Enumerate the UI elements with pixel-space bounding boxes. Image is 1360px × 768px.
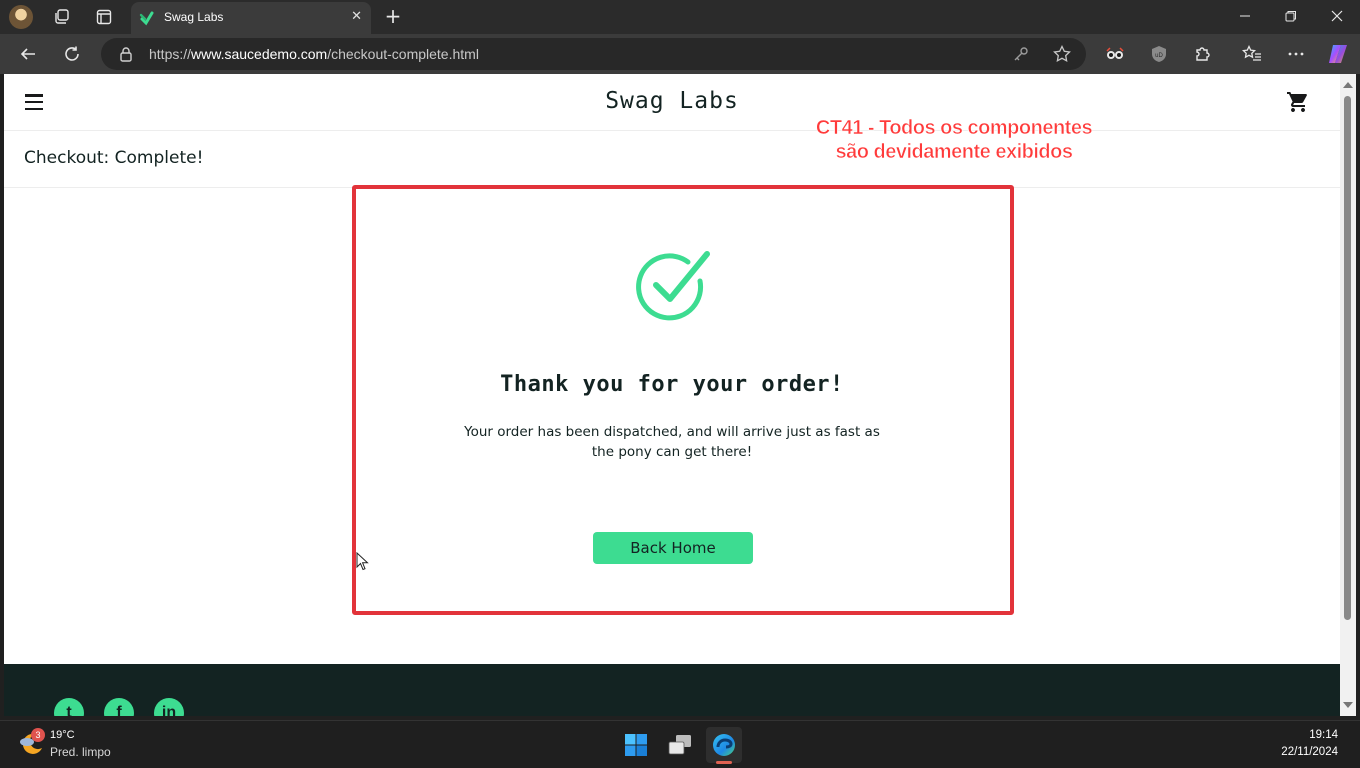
scroll-thumb[interactable] (1344, 96, 1351, 620)
app-logo: Swag Labs (605, 88, 739, 114)
annotation-line-2: são devidamente exibidos (835, 141, 1073, 164)
page-footer: t f in (4, 664, 1340, 716)
start-windows-icon[interactable] (618, 727, 654, 763)
close-window-icon[interactable] (1327, 6, 1347, 26)
complete-text: Your order has been dispatched, and will… (464, 424, 880, 460)
password-key-icon[interactable] (1011, 44, 1031, 64)
tab-title: Swag Labs (164, 10, 224, 24)
tab-close-icon[interactable]: ✕ (351, 9, 362, 24)
page-title: Checkout: Complete! (24, 148, 204, 168)
extensions-puzzle-icon[interactable] (1191, 42, 1215, 66)
complete-header: Thank you for your order! (500, 372, 844, 397)
tab-swag-labs[interactable]: Swag Labs ✕ (131, 2, 371, 34)
scroll-up-arrow-icon[interactable] (1343, 82, 1353, 88)
swag-labs-favicon-icon (139, 11, 154, 26)
extension-glasses-icon[interactable] (1103, 42, 1127, 66)
test-case-annotation: CT41 - Todos os componentes são devidame… (774, 116, 1134, 164)
url-host: www.saucedemo.com (191, 46, 328, 62)
web-page: Swag Labs Checkout: Complete! CT41 - Tod… (4, 74, 1340, 716)
url-path: /checkout-complete.html (327, 46, 479, 62)
browser-toolbar: https://www.saucedemo.com/checkout-compl… (0, 34, 1360, 74)
restore-window-icon[interactable] (1281, 6, 1301, 26)
url-text[interactable]: https://www.saucedemo.com/checkout-compl… (149, 46, 479, 62)
favorite-star-icon[interactable] (1052, 44, 1072, 64)
workspaces-icon[interactable] (50, 5, 74, 29)
weather-badge: 3 (31, 728, 45, 742)
shopping-cart-icon[interactable] (1286, 90, 1310, 114)
address-bar[interactable]: https://www.saucedemo.com/checkout-compl… (101, 38, 1086, 70)
edge-browser-icon[interactable] (706, 727, 742, 763)
weather-temperature[interactable]: 19°C (50, 729, 75, 741)
taskbar-clock-date[interactable]: 22/11/2024 (1281, 746, 1338, 758)
lock-icon[interactable] (119, 46, 133, 62)
ublock-shield-icon[interactable]: uD (1147, 42, 1171, 66)
page-scrollbar[interactable] (1340, 74, 1356, 716)
svg-text:uD: uD (1155, 53, 1163, 59)
copilot-icon[interactable] (1326, 42, 1350, 66)
twitter-icon[interactable]: t (54, 698, 84, 716)
reload-icon[interactable] (60, 42, 84, 66)
weather-condition[interactable]: Pred. limpo (50, 745, 111, 759)
url-scheme: https:// (149, 46, 192, 62)
back-home-button[interactable]: Back Home (593, 532, 753, 564)
mouse-cursor-icon (356, 552, 369, 571)
facebook-icon[interactable]: f (104, 698, 134, 716)
page-header: Swag Labs (4, 74, 1340, 131)
profile-avatar[interactable] (9, 5, 33, 29)
taskbar-clock-time[interactable]: 19:14 (1309, 729, 1338, 741)
pony-express-check-icon (636, 251, 710, 321)
new-tab-button[interactable]: + (382, 5, 404, 27)
back-arrow-icon[interactable] (16, 42, 40, 66)
favorites-list-icon[interactable] (1240, 42, 1264, 66)
task-view-icon[interactable] (662, 727, 698, 763)
annotation-line-1: CT41 - Todos os componentes (815, 117, 1093, 140)
scroll-down-arrow-icon[interactable] (1343, 702, 1353, 708)
tab-actions-icon[interactable] (92, 5, 116, 29)
active-app-indicator (716, 761, 732, 764)
linkedin-icon[interactable]: in (154, 698, 184, 716)
minimize-window-icon[interactable] (1235, 6, 1255, 26)
secondary-header: Checkout: Complete! (4, 131, 1340, 188)
more-menu-icon[interactable] (1284, 42, 1308, 66)
windows-taskbar: 3 19°C Pred. limpo 19:14 22/11/2024 (0, 720, 1360, 768)
browser-tab-strip: Swag Labs ✕ + (0, 0, 1360, 34)
